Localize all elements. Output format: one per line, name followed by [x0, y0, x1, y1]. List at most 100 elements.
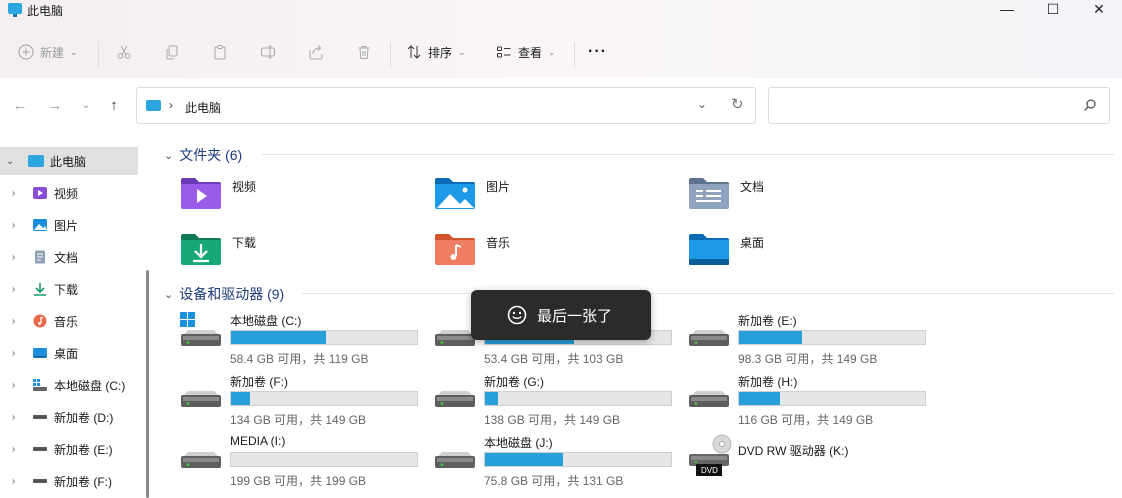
refresh-icon[interactable]: ↻: [731, 95, 744, 113]
sidebar-item-drive-e[interactable]: › 新加卷 (E:): [0, 435, 138, 463]
section-divider: [262, 154, 1114, 155]
chevron-right-icon[interactable]: ›: [12, 284, 32, 295]
forward-arrow-icon[interactable]: →: [45, 96, 65, 116]
close-button[interactable]: ✕: [1076, 0, 1122, 20]
expanded-chevron-icon[interactable]: ⌄: [6, 156, 28, 167]
delete-button[interactable]: [356, 36, 372, 68]
new-button[interactable]: 新建 ⌄: [18, 36, 78, 68]
drive-k[interactable]: DVD DVD RW 驱动器 (K:): [688, 434, 938, 490]
plus-circle-icon: [18, 44, 34, 60]
chevron-right-icon[interactable]: ›: [12, 348, 32, 359]
sidebar-item-drive-f[interactable]: › 新加卷 (F:): [0, 467, 138, 495]
sort-label: 排序: [428, 45, 453, 60]
folder-videos[interactable]: 视频: [180, 175, 420, 219]
drive-tile[interactable]: 本地磁盘 (C:) 58.4 GB 可用，共 119 GB: [180, 312, 430, 368]
drive-tile[interactable]: 新加卷 (H:) 116 GB 可用，共 149 GB: [688, 373, 938, 429]
drive-tile[interactable]: 本地磁盘 (J:) 75.8 GB 可用，共 131 GB: [434, 434, 684, 490]
folder-documents[interactable]: 文档: [688, 175, 928, 219]
chevron-right-icon[interactable]: ›: [12, 380, 32, 391]
sidebar-item-label: 此电脑: [50, 154, 87, 169]
folder-music[interactable]: 音乐: [434, 231, 674, 275]
toast-text: 最后一张了: [537, 307, 613, 325]
chevron-right-icon[interactable]: ›: [12, 252, 32, 263]
address-history-chevron-icon[interactable]: ⌄: [697, 97, 707, 111]
sidebar-item-music[interactable]: › 音乐: [0, 307, 138, 335]
paste-icon: [214, 45, 226, 60]
sort-button[interactable]: 排序 ⌄: [406, 36, 466, 68]
drive-usage-bar: [230, 330, 418, 345]
more-options-button[interactable]: ···: [588, 36, 607, 68]
sidebar-item-desktop[interactable]: › 桌面: [0, 339, 138, 367]
sidebar-item-drive-d[interactable]: › 新加卷 (D:): [0, 403, 138, 431]
drive-usage-fill: [485, 392, 499, 405]
drive-usage-bar: [230, 391, 418, 406]
chevron-right-icon[interactable]: ›: [12, 316, 32, 327]
new-label: 新建: [40, 45, 65, 60]
up-arrow-icon[interactable]: ↑: [104, 96, 124, 116]
desktop-icon: [32, 346, 48, 360]
drive-free-space: 58.4 GB 可用，共 119 GB: [230, 352, 369, 366]
scissors-icon: [117, 45, 131, 59]
paste-button[interactable]: [212, 36, 228, 68]
drive-icon: [689, 391, 729, 407]
folder-downloads[interactable]: 下载: [180, 231, 420, 275]
chevron-right-icon[interactable]: ›: [12, 220, 32, 231]
minimize-button[interactable]: —: [984, 0, 1030, 20]
search-box[interactable]: [768, 87, 1110, 124]
chevron-right-icon[interactable]: ›: [12, 412, 32, 423]
drive-icon: [32, 474, 48, 488]
share-button[interactable]: [308, 36, 324, 68]
video-icon: [32, 186, 48, 200]
recent-locations-chevron-icon[interactable]: ⌄: [76, 96, 96, 116]
drive-tile[interactable]: 新加卷 (F:) 134 GB 可用，共 149 GB: [180, 373, 430, 429]
video-folder-icon: [181, 178, 221, 209]
music-icon: [32, 314, 48, 328]
cut-button[interactable]: [116, 36, 132, 68]
sidebar-item-documents[interactable]: › 文档: [0, 243, 138, 271]
documents-folder-icon: [689, 178, 729, 209]
folder-name: 图片: [486, 180, 511, 194]
folders-section-header[interactable]: ⌄ 文件夹 (6): [164, 145, 242, 165]
drive-usage-fill: [231, 392, 250, 405]
sidebar-scrollbar[interactable]: [146, 270, 149, 498]
chevron-right-icon[interactable]: ›: [12, 444, 32, 455]
view-label: 查看: [518, 45, 543, 60]
pc-icon: [146, 100, 161, 111]
view-button[interactable]: 查看 ⌄: [496, 36, 556, 68]
drives-section-header[interactable]: ⌄ 设备和驱动器 (9): [164, 284, 284, 304]
drive-tile[interactable]: 新加卷 (G:) 138 GB 可用，共 149 GB: [434, 373, 684, 429]
sidebar-item-downloads[interactable]: › 下载: [0, 275, 138, 303]
copy-icon: [166, 45, 178, 60]
copy-button[interactable]: [164, 36, 180, 68]
folder-desktop[interactable]: 桌面: [688, 231, 928, 275]
drive-tile[interactable]: 新加卷 (E:) 98.3 GB 可用，共 149 GB: [688, 312, 938, 368]
address-bar[interactable]: › 此电脑 ⌄ ↻: [136, 87, 756, 124]
drive-usage-bar: [738, 391, 926, 406]
folder-pictures[interactable]: 图片: [434, 175, 674, 219]
chevron-right-icon[interactable]: ›: [12, 476, 32, 487]
breadcrumb-separator-icon: ›: [169, 98, 173, 112]
chevron-down-icon: ⌄: [70, 46, 78, 57]
sidebar-item-this-pc[interactable]: ⌄ 此电脑: [0, 147, 138, 175]
navigation-pane: ⌄ 此电脑 › 视频 › 图片 › 文档 › 下载 › 音乐 › 桌面 › 本地…: [0, 140, 150, 498]
chevron-down-icon: ⌄: [548, 46, 556, 57]
breadcrumb-this-pc[interactable]: 此电脑: [185, 99, 221, 116]
download-folder-icon: [181, 234, 221, 265]
back-arrow-icon[interactable]: ←: [10, 96, 30, 116]
sidebar-item-label: 音乐: [54, 314, 79, 329]
sidebar-item-pictures[interactable]: › 图片: [0, 211, 138, 239]
folder-name: 桌面: [740, 236, 765, 250]
chevron-down-icon: ⌄: [458, 46, 466, 57]
sidebar-item-videos[interactable]: › 视频: [0, 179, 138, 207]
sort-icon: [407, 45, 421, 59]
rename-icon: [261, 45, 275, 59]
drive-free-space: 75.8 GB 可用，共 131 GB: [484, 474, 624, 488]
drive-free-space: 134 GB 可用，共 149 GB: [230, 413, 367, 427]
rename-button[interactable]: [260, 36, 276, 68]
sidebar-item-drive-c[interactable]: › 本地磁盘 (C:): [0, 371, 138, 399]
sidebar-item-label: 本地磁盘 (C:): [54, 378, 126, 393]
chevron-right-icon[interactable]: ›: [12, 188, 32, 199]
drive-tile[interactable]: MEDIA (I:) 199 GB 可用，共 199 GB: [180, 434, 430, 490]
drive-usage-fill: [231, 331, 326, 344]
maximize-button[interactable]: ☐: [1030, 0, 1076, 20]
